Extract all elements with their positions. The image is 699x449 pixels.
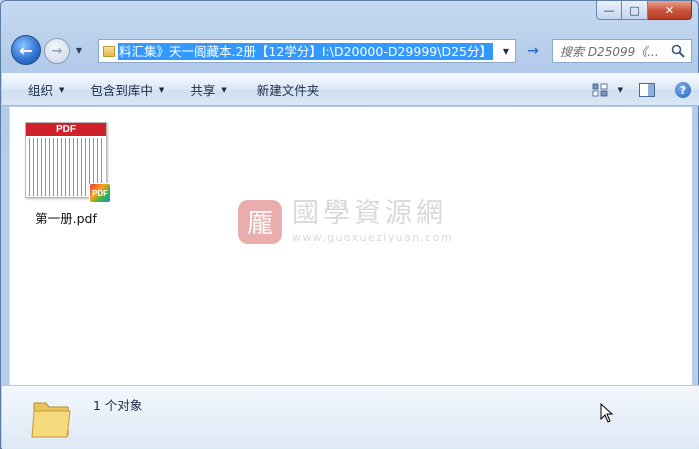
forward-arrow-icon: →: [51, 43, 63, 59]
go-button[interactable]: →: [521, 39, 545, 63]
watermark: 龎 國學資源網 www.guoxueziyuan.com: [238, 199, 453, 244]
forward-button[interactable]: →: [44, 38, 70, 64]
include-in-library-menu[interactable]: 包含到库中 ▼: [82, 78, 172, 102]
recent-pages-button[interactable]: ▼: [73, 44, 85, 56]
search-icon[interactable]: [671, 44, 685, 58]
go-arrow-icon: →: [527, 43, 539, 59]
search-input[interactable]: 搜索 D25099《...: [560, 43, 670, 60]
file-name[interactable]: 第一册.pdf: [20, 208, 112, 227]
help-icon[interactable]: ?: [675, 82, 691, 98]
chevron-down-icon: ▼: [75, 45, 83, 55]
pdf-thumbnail: PDF PDF: [25, 119, 111, 203]
command-bar: 组织 ▼ 包含到库中 ▼ 共享 ▼ 新建文件夹 ▼ ?: [2, 73, 699, 106]
back-arrow-icon: ←: [19, 40, 33, 60]
close-button[interactable]: ✕: [648, 1, 692, 20]
maximize-button[interactable]: □: [622, 1, 648, 20]
watermark-seal-icon: 龎: [238, 199, 282, 244]
search-box[interactable]: 搜索 D25099《...: [552, 39, 692, 63]
caret-down-icon: ▼: [221, 85, 227, 94]
watermark-text: 國學資源網 www.guoxueziyuan.com: [292, 198, 454, 245]
address-path[interactable]: 料汇集》天一阁藏本.2册【12学分】I:\D20000-D29999\D25分】: [118, 42, 493, 60]
view-options-icon[interactable]: [592, 83, 608, 97]
view-controls: ▼ ?: [592, 78, 691, 102]
watermark-title: 國學資源網: [292, 198, 447, 229]
item-count: 1 个对象: [93, 398, 143, 413]
pdf-header-label: PDF: [26, 123, 106, 136]
new-folder-button[interactable]: 新建文件夹: [249, 78, 328, 102]
chevron-down-icon: ▼: [502, 46, 510, 56]
organize-menu[interactable]: 组织 ▼: [20, 78, 72, 102]
folder-icon: [31, 402, 71, 438]
share-label: 共享: [190, 83, 216, 98]
navigation-bar: ← → ▼ 料汇集》天一阁藏本.2册【12学分】I:\D20000-D29999…: [9, 35, 693, 67]
caret-down-icon: ▼: [158, 85, 165, 94]
back-button[interactable]: ←: [11, 35, 41, 65]
view-caret-icon[interactable]: ▼: [618, 86, 623, 94]
explorer-window: — □ ✕ ← → ▼ 料汇集》天一阁藏本.2册【12学分】I:\D20000-…: [0, 0, 699, 449]
watermark-url: www.guoxueziyuan.com: [292, 231, 454, 244]
include-in-library-label: 包含到库中: [90, 83, 153, 98]
pdf-app-icon: PDF: [89, 183, 111, 203]
new-folder-label: 新建文件夹: [256, 83, 320, 98]
caret-down-icon: ▼: [59, 85, 65, 94]
share-menu[interactable]: 共享 ▼: [182, 78, 234, 102]
file-item[interactable]: PDF PDF 第一册.pdf: [20, 119, 112, 227]
address-bar[interactable]: 料汇集》天一阁藏本.2册【12学分】I:\D20000-D29999\D25分】…: [98, 39, 516, 63]
details-pane: 1 个对象: [2, 385, 699, 449]
organize-label: 组织: [28, 83, 54, 98]
address-dropdown-button[interactable]: ▼: [497, 40, 515, 62]
minimize-button[interactable]: —: [596, 1, 622, 20]
preview-pane-icon[interactable]: [639, 83, 655, 97]
mouse-cursor-icon: [600, 403, 614, 423]
folder-icon: [103, 45, 115, 57]
file-list[interactable]: PDF PDF 第一册.pdf 龎 國學資源網 www.guoxueziyuan…: [9, 107, 692, 385]
caption-buttons: — □ ✕: [596, 1, 692, 21]
